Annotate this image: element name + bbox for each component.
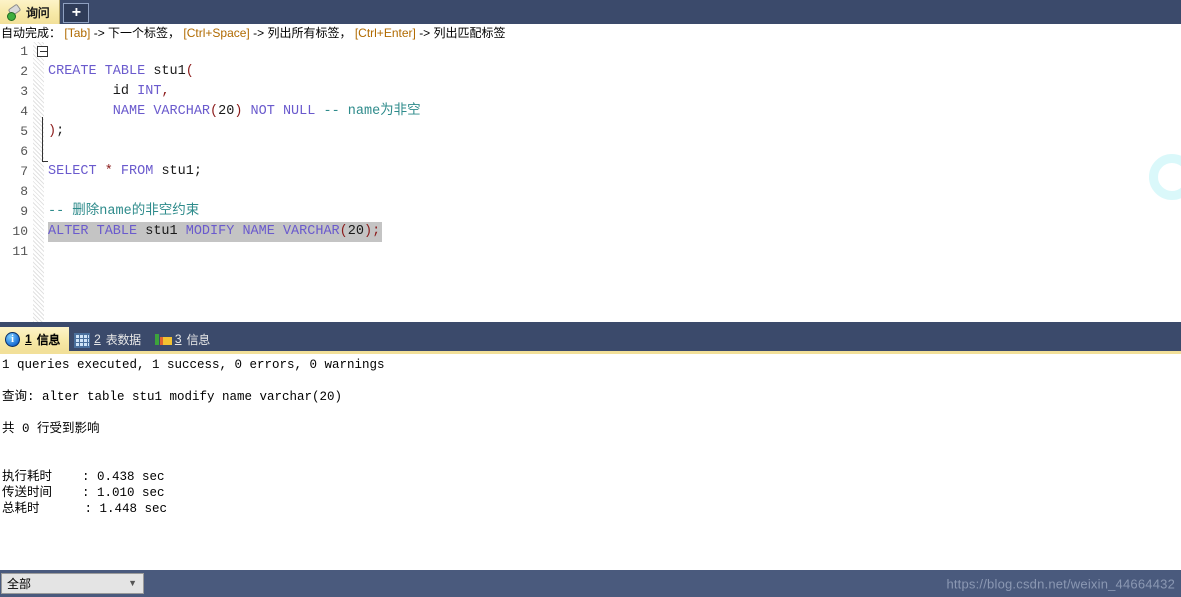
grid-icon bbox=[74, 332, 91, 348]
code-text[interactable]: NAME VARCHAR(20) NOT NULL -- name为非空 bbox=[48, 102, 421, 122]
hint-key-ctrl-enter: [Ctrl+Enter] bbox=[354, 26, 416, 40]
chevron-down-icon: ▼ bbox=[128, 578, 137, 588]
code-line[interactable]: 3 id INT, bbox=[0, 82, 1181, 102]
info-icon bbox=[5, 331, 20, 347]
line-number: 9 bbox=[20, 204, 28, 219]
output-rows-affected: 共 0 行受到影响 bbox=[2, 422, 100, 436]
output-summary: 1 queries executed, 1 success, 0 errors,… bbox=[2, 358, 385, 372]
output-timing-total: 总耗时 : 1.448 sec bbox=[2, 502, 168, 516]
code-line[interactable]: 6 bbox=[0, 142, 1181, 162]
line-number: 7 bbox=[20, 164, 28, 179]
sqlyog-query-window: 询问 + 自动完成： [Tab] -> 下一个标签， [Ctrl+Space] … bbox=[0, 0, 1181, 597]
filter-dropdown-value: 全部 bbox=[7, 577, 32, 591]
code-fold-toggle-icon[interactable] bbox=[37, 46, 48, 57]
tab-index: 3 bbox=[174, 332, 182, 346]
new-tab-button[interactable]: + bbox=[63, 3, 90, 23]
code-line[interactable]: 1 bbox=[0, 42, 1181, 62]
hint-key-tab: [Tab] bbox=[64, 26, 91, 40]
code-text[interactable]: -- 删除name的非空约束 bbox=[48, 202, 199, 222]
line-number: 8 bbox=[20, 184, 28, 199]
hint-desc-ctrl-enter: -> 列出匹配标签 bbox=[419, 26, 506, 40]
tab-label: 表数据 bbox=[105, 332, 141, 347]
autocomplete-hint-bar: 自动完成： [Tab] -> 下一个标签， [Ctrl+Space] -> 列出… bbox=[0, 24, 1181, 42]
chart-icon bbox=[154, 332, 172, 347]
code-text[interactable]: ); bbox=[48, 122, 64, 142]
tab-result-table-data[interactable]: 2 表数据 bbox=[69, 327, 150, 351]
code-text[interactable]: ALTER TABLE stu1 MODIFY NAME VARCHAR(20)… bbox=[48, 222, 383, 242]
tab-label: 信息 bbox=[186, 332, 211, 347]
code-line[interactable]: 7 SELECT * FROM stu1; bbox=[0, 162, 1181, 182]
line-number: 11 bbox=[12, 244, 28, 259]
tab-query-label: 询问 bbox=[26, 5, 50, 20]
code-line[interactable]: 9 -- 删除name的非空约束 bbox=[0, 202, 1181, 222]
output-query-echo: 查询: alter table stu1 modify name varchar… bbox=[2, 390, 343, 404]
filter-dropdown[interactable]: 全部 ▼ bbox=[1, 573, 144, 594]
plug-query-icon bbox=[6, 4, 22, 21]
line-number: 2 bbox=[20, 64, 28, 79]
code-line[interactable]: 5 ); bbox=[0, 122, 1181, 142]
code-text[interactable]: CREATE TABLE stu1( bbox=[48, 62, 194, 82]
code-line-selected[interactable]: 10 ALTER TABLE stu1 MODIFY NAME VARCHAR(… bbox=[0, 222, 1181, 242]
code-line[interactable]: 8 bbox=[0, 182, 1181, 202]
code-line[interactable]: 11 bbox=[0, 242, 1181, 262]
tab-index: 1 bbox=[25, 332, 32, 346]
sql-editor[interactable]: 1 2 CREATE TABLE stu1( 3 id INT, 4 NAME … bbox=[0, 42, 1181, 322]
hint-desc-tab: -> 下一个标签， bbox=[93, 26, 181, 40]
line-number: 10 bbox=[12, 224, 28, 239]
line-number: 4 bbox=[20, 104, 28, 119]
code-text[interactable]: SELECT * FROM stu1; bbox=[48, 162, 202, 182]
watermark-text: https://blog.csdn.net/weixin_44664432 bbox=[946, 576, 1175, 591]
message-output-panel[interactable]: 1 queries executed, 1 success, 0 errors,… bbox=[0, 357, 1181, 569]
line-number: 5 bbox=[20, 124, 28, 139]
hint-prefix: 自动完成： bbox=[1, 26, 62, 40]
query-tab-strip: 询问 + bbox=[0, 0, 1181, 24]
line-number: 6 bbox=[20, 144, 28, 159]
tab-query[interactable]: 询问 bbox=[0, 0, 61, 24]
code-text[interactable]: id INT, bbox=[48, 82, 170, 102]
hint-desc-ctrl-space: -> 列出所有标签， bbox=[253, 26, 352, 40]
line-number: 1 bbox=[20, 44, 28, 59]
output-timing-execution: 执行耗时 : 0.438 sec bbox=[2, 470, 165, 484]
hint-key-ctrl-space: [Ctrl+Space] bbox=[183, 26, 250, 40]
tab-result-info-1[interactable]: 1 信息 bbox=[0, 327, 70, 351]
code-line[interactable]: 2 CREATE TABLE stu1( bbox=[0, 62, 1181, 82]
code-rows: 1 2 CREATE TABLE stu1( 3 id INT, 4 NAME … bbox=[0, 42, 1181, 262]
result-tab-strip: 1 信息 2 表数据 3 信息 bbox=[0, 327, 1181, 354]
code-fold-bracket bbox=[42, 117, 43, 162]
code-line[interactable]: 4 NAME VARCHAR(20) NOT NULL -- name为非空 bbox=[0, 102, 1181, 122]
line-number: 3 bbox=[20, 84, 28, 99]
tab-index: 2 bbox=[94, 332, 101, 346]
output-timing-transfer: 传送时间 : 1.010 sec bbox=[2, 486, 165, 500]
tab-result-info-3[interactable]: 3 信息 bbox=[150, 327, 219, 351]
tab-label: 信息 bbox=[36, 332, 61, 347]
status-bar: 全部 ▼ https://blog.csdn.net/weixin_446644… bbox=[0, 570, 1181, 597]
code-fold-bracket-foot bbox=[42, 161, 48, 162]
